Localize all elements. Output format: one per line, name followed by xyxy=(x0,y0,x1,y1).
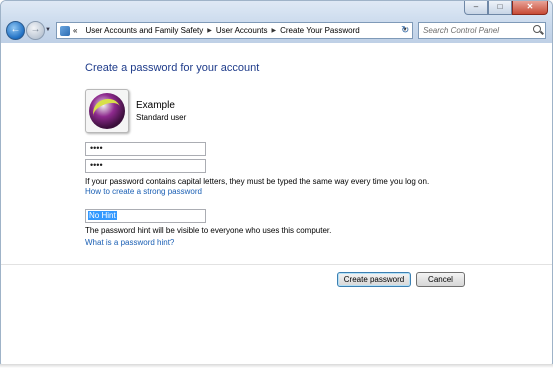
strong-password-link[interactable]: How to create a strong password xyxy=(85,187,202,196)
password-hint-field[interactable]: No Hint xyxy=(85,209,206,223)
avatar xyxy=(85,89,129,133)
password-hint-link[interactable]: What is a password hint? xyxy=(85,238,174,247)
close-button[interactable]: ✕ xyxy=(512,1,548,15)
refresh-icon[interactable]: ↻ xyxy=(401,25,409,36)
user-picture-icon xyxy=(89,93,125,129)
breadcrumb-arrow-icon[interactable]: ▶ xyxy=(271,27,276,34)
hint-visibility-note: The password hint will be visible to eve… xyxy=(85,226,332,235)
breadcrumb-overflow[interactable]: « xyxy=(73,26,77,35)
user-name: Example xyxy=(136,100,175,111)
create-password-button[interactable]: Create password xyxy=(337,272,411,287)
address-bar[interactable]: « User Accounts and Family Safety ▶ User… xyxy=(56,22,413,39)
back-button[interactable]: ← xyxy=(6,21,25,40)
password-hint-value: No Hint xyxy=(88,211,117,220)
new-password-field[interactable]: •••• xyxy=(85,142,206,156)
window-shadow xyxy=(0,364,553,368)
user-account-type: Standard user xyxy=(136,113,187,122)
window-controls: – □ ✕ xyxy=(464,1,548,15)
search-placeholder: Search Control Panel xyxy=(423,26,500,35)
main-content: Create a password for your account Examp… xyxy=(1,43,552,364)
confirm-password-field[interactable]: •••• xyxy=(85,159,206,173)
search-input[interactable]: Search Control Panel xyxy=(418,22,546,39)
breadcrumb-user-accounts-family-safety[interactable]: User Accounts and Family Safety xyxy=(85,26,203,35)
breadcrumb-user-accounts[interactable]: User Accounts xyxy=(216,26,268,35)
control-panel-icon xyxy=(60,25,70,36)
forward-button[interactable]: → xyxy=(26,21,45,40)
cancel-button[interactable]: Cancel xyxy=(416,272,465,287)
minimize-button[interactable]: – xyxy=(464,1,488,15)
breadcrumb-arrow-icon[interactable]: ▶ xyxy=(207,27,212,34)
breadcrumb-create-your-password[interactable]: Create Your Password xyxy=(280,26,360,35)
search-icon[interactable] xyxy=(533,25,541,33)
maximize-button[interactable]: □ xyxy=(488,1,512,15)
recent-pages-dropdown[interactable]: ▼ xyxy=(45,27,51,33)
divider xyxy=(1,264,552,265)
control-panel-window: – □ ✕ ← → ▼ « User Accounts and Family S… xyxy=(0,0,553,365)
navigation-bar: – □ ✕ ← → ▼ « User Accounts and Family S… xyxy=(1,1,552,43)
capital-letters-note: If your password contains capital letter… xyxy=(85,177,430,186)
page-title: Create a password for your account xyxy=(85,62,260,74)
